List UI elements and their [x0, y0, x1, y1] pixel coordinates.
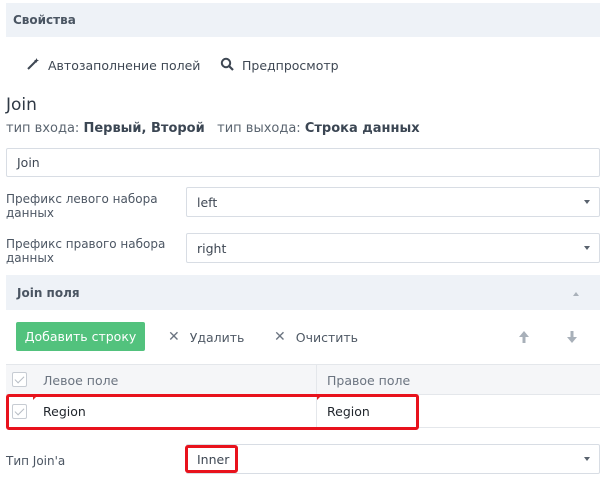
- io-types: тип входа: Первый, Второй тип выхода: Ст…: [6, 121, 420, 136]
- grid-header: Левое поле Правое поле: [6, 364, 600, 395]
- chevron-down-icon: [584, 457, 590, 461]
- join-type-highlight: [185, 445, 238, 473]
- select-all-checkbox[interactable]: [12, 372, 27, 387]
- properties-header: Свойства: [6, 3, 600, 37]
- clear-label: Очистить: [295, 329, 359, 345]
- node-name-value: Join: [17, 155, 40, 170]
- join-fields-title: Join поля: [17, 286, 80, 300]
- output-type-value: Строка данных: [304, 121, 420, 136]
- move-up-button[interactable]: [517, 329, 531, 345]
- add-row-button[interactable]: Добавить строку: [16, 322, 145, 351]
- left-prefix-value: left: [197, 194, 218, 210]
- column-left-field: Левое поле: [43, 373, 119, 388]
- node-title: Join: [6, 95, 37, 115]
- input-type-label: тип входа:: [6, 121, 80, 136]
- chevron-up-icon: [573, 292, 579, 296]
- left-prefix-label: Префикс левого набора данных: [6, 192, 158, 220]
- clear-button[interactable]: ✕ Очистить: [274, 329, 358, 345]
- close-icon: ✕: [274, 329, 286, 345]
- left-prefix-select[interactable]: left: [186, 187, 600, 217]
- node-name-input[interactable]: Join: [6, 148, 600, 177]
- arrow-down-icon: [567, 331, 577, 343]
- join-type-label: Тип Join'а: [6, 454, 66, 468]
- search-icon: [220, 57, 234, 74]
- column-divider: [316, 365, 317, 394]
- column-right-field: Правое поле: [327, 373, 411, 388]
- autofill-button[interactable]: Автозаполнение полей: [26, 56, 200, 74]
- right-prefix-value: right: [197, 240, 227, 256]
- properties-title: Свойства: [13, 13, 76, 27]
- right-prefix-select[interactable]: right: [186, 233, 600, 263]
- join-type-select[interactable]: Inner: [186, 444, 600, 474]
- close-icon: ✕: [168, 329, 180, 345]
- autofill-label: Автозаполнение полей: [48, 57, 201, 73]
- right-prefix-label: Префикс правого набора данных: [6, 237, 166, 265]
- row-highlight: [6, 394, 419, 430]
- delete-label: Удалить: [189, 329, 245, 345]
- input-type-value: Первый, Второй: [83, 121, 205, 136]
- chevron-down-icon: [584, 200, 590, 204]
- magic-wand-icon: [26, 57, 40, 74]
- move-down-button[interactable]: [565, 329, 579, 345]
- delete-button[interactable]: ✕ Удалить: [168, 329, 244, 345]
- output-type-label: тип выхода:: [217, 121, 301, 136]
- join-fields-section[interactable]: Join поля: [6, 275, 600, 310]
- preview-button[interactable]: Предпросмотр: [220, 56, 339, 74]
- preview-label: Предпросмотр: [242, 57, 339, 73]
- chevron-down-icon: [584, 246, 590, 250]
- arrow-up-icon: [519, 331, 529, 343]
